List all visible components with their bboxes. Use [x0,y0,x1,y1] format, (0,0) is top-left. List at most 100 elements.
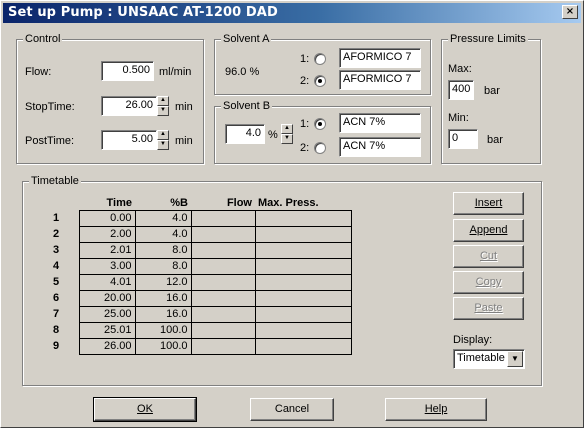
stoptime-input[interactable]: 26.00 [101,96,157,116]
pressure-min-input[interactable]: 0 [448,129,478,149]
cell-maxpress[interactable] [254,337,352,355]
cell-maxpress[interactable] [254,209,352,227]
spin-down-icon[interactable]: ▼ [281,134,293,144]
ok-button-label: OK [137,403,153,415]
spin-up-icon[interactable]: ▲ [281,124,293,134]
cell-flow[interactable] [190,337,256,355]
cell-maxpress[interactable] [254,289,352,307]
posttime-spinner[interactable]: ▲ ▼ [157,130,169,150]
cancel-button[interactable]: Cancel [250,398,334,421]
cell-maxpress[interactable] [254,273,352,291]
table-row[interactable]: 8 25.01 100.0 [41,321,352,339]
solvent-b-opt1-radio[interactable] [314,118,326,130]
cell-flow[interactable] [190,241,256,259]
posttime-label: PostTime: [25,135,75,147]
cell-b[interactable]: 100.0 [134,337,192,355]
copy-button[interactable]: Copy [453,271,524,294]
row-number: 4 [41,258,79,274]
table-row[interactable]: 3 2.01 8.0 [41,241,352,259]
solvent-a-opt1-radio[interactable] [314,53,326,65]
solvent-b-opt2-field[interactable]: ACN 7% [339,137,421,157]
solvent-a-opt1-field[interactable]: AFORMICO 7 [339,48,421,68]
pressure-max-label: Max: [448,63,472,75]
paste-button[interactable]: Paste [453,297,524,320]
solvent-a-opt2-field[interactable]: AFORMICO 7 [339,70,421,90]
cell-maxpress[interactable] [254,225,352,243]
ok-button[interactable]: OK [93,397,197,422]
row-number: 1 [41,210,79,226]
cell-b[interactable]: 8.0 [134,257,192,275]
table-row[interactable]: 7 25.00 16.0 [41,305,352,323]
cell-maxpress[interactable] [254,241,352,259]
flow-input[interactable]: 0.500 [101,61,154,81]
row-number: 5 [41,274,79,290]
close-button[interactable]: × [562,5,578,19]
display-select[interactable]: Timetable ▼ [453,349,525,369]
solvent-b-opt1-field[interactable]: ACN 7% [339,113,421,133]
pressure-limits-group: Pressure Limits Max: 400 bar Min: 0 bar [441,33,541,164]
stoptime-spinner[interactable]: ▲ ▼ [157,96,169,116]
cell-flow[interactable] [190,225,256,243]
cell-b[interactable]: 4.0 [134,225,192,243]
cell-maxpress[interactable] [254,305,352,323]
chevron-down-icon[interactable]: ▼ [507,351,523,367]
cell-time[interactable]: 4.01 [78,273,136,291]
cell-time[interactable]: 20.00 [78,289,136,307]
solvent-b-percent-input[interactable]: 4.0 [225,124,265,144]
spin-up-icon[interactable]: ▲ [157,130,169,140]
help-button[interactable]: Help [385,398,487,421]
row-number: 3 [41,242,79,258]
cell-flow[interactable] [190,289,256,307]
stoptime-unit: min [175,101,193,113]
cell-flow[interactable] [190,305,256,323]
cell-time[interactable]: 25.00 [78,305,136,323]
window-title: Set up Pump : UNSAAC AT-1200 DAD [8,5,278,20]
solvent-b-opt2-radio[interactable] [314,142,326,154]
cell-maxpress[interactable] [254,257,352,275]
cell-b[interactable]: 4.0 [134,209,192,227]
cell-time[interactable]: 25.01 [78,321,136,339]
cell-flow[interactable] [190,273,256,291]
insert-button[interactable]: Insert [453,192,524,215]
solvent-b-legend: Solvent B [221,100,273,113]
table-row[interactable]: 6 20.00 16.0 [41,289,352,307]
cell-b[interactable]: 100.0 [134,321,192,339]
cell-time[interactable]: 0.00 [78,209,136,227]
col-maxpress-header: Max. Press. [258,196,319,209]
table-row[interactable]: 4 3.00 8.0 [41,257,352,275]
table-row[interactable]: 5 4.01 12.0 [41,273,352,291]
cell-time[interactable]: 26.00 [78,337,136,355]
cell-maxpress[interactable] [254,321,352,339]
copy-button-label: Copy [475,276,502,288]
solvent-a-opt2-radio[interactable] [314,75,326,87]
cell-flow[interactable] [190,257,256,275]
cell-time[interactable]: 2.01 [78,241,136,259]
cell-time[interactable]: 3.00 [78,257,136,275]
cell-flow[interactable] [190,209,256,227]
spin-down-icon[interactable]: ▼ [157,140,169,150]
table-row[interactable]: 1 0.00 4.0 [41,209,352,227]
cell-b[interactable]: 16.0 [134,305,192,323]
solvent-a-group: Solvent A 96.0 % 1: AFORMICO 7 2: AFORMI… [214,33,431,95]
spin-down-icon[interactable]: ▼ [157,106,169,116]
table-row[interactable]: 9 26.00 100.0 [41,337,352,355]
pressure-max-input[interactable]: 400 [448,80,474,100]
cell-b[interactable]: 16.0 [134,289,192,307]
cell-b[interactable]: 12.0 [134,273,192,291]
cell-b[interactable]: 8.0 [134,241,192,259]
cell-flow[interactable] [190,321,256,339]
stoptime-label: StopTime: [25,101,75,113]
spin-up-icon[interactable]: ▲ [157,96,169,106]
append-button[interactable]: Append [453,219,524,242]
posttime-input[interactable]: 5.00 [101,130,157,150]
solvent-b-spinner[interactable]: ▲ ▼ [281,124,293,144]
control-group: Control Flow: 0.500 ml/min StopTime: 26.… [16,33,204,164]
pressure-min-label: Min: [448,112,469,124]
pressure-min-unit: bar [487,134,503,146]
cut-button[interactable]: Cut [453,245,524,268]
row-number: 6 [41,290,79,306]
cell-time[interactable]: 2.00 [78,225,136,243]
solvent-a-legend: Solvent A [221,33,272,46]
solvent-b-opt1-label: 1: [300,118,310,130]
table-row[interactable]: 2 2.00 4.0 [41,225,352,243]
